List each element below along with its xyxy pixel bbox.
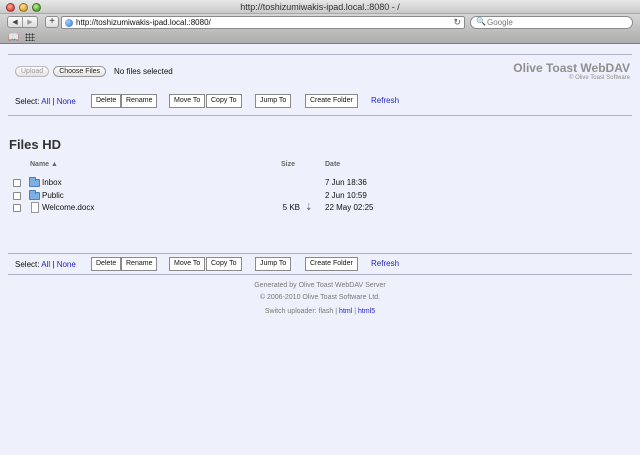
file-row[interactable]: Inbox 7 Jun 18:36 <box>0 177 640 190</box>
file-status: No files selected <box>114 67 173 76</box>
html5-uploader-link[interactable]: html5 <box>358 308 375 315</box>
address-bar[interactable]: http://toshizumiwakis-ipad.local.:8080/ … <box>61 16 465 29</box>
window-titlebar: http://toshizumiwakis-ipad.local.:8080 -… <box>0 0 640 14</box>
bookmarks-bar: 📖 <box>0 31 640 44</box>
column-name-header[interactable]: Name ▲ <box>30 161 58 168</box>
footer-copyright: © 2006-2010 Olive Toast Software Ltd. <box>259 294 381 301</box>
uploader: Upload Choose Files No files selected <box>15 66 173 77</box>
upload-button[interactable]: Upload <box>15 66 50 77</box>
footer-uploader-switch: Switch uploader: flash | html | html5 <box>0 308 640 315</box>
back-button[interactable]: ◀ <box>8 17 22 27</box>
top-sites-grid-icon[interactable] <box>25 33 35 41</box>
footer-generated: Generated by Olive Toast WebDAV Server <box>254 282 386 289</box>
download-icon[interactable]: ⇣ <box>305 202 313 213</box>
row-checkbox[interactable] <box>13 204 21 212</box>
select-label: Select: All | None <box>15 97 76 106</box>
action-divider-bottom <box>8 274 632 275</box>
select-all-link[interactable]: All <box>41 260 50 269</box>
move-to-button[interactable]: Move To <box>169 257 206 271</box>
row-checkbox[interactable] <box>13 179 21 187</box>
action-divider-top <box>8 115 632 116</box>
rename-button[interactable]: Rename <box>121 257 158 271</box>
file-name[interactable]: Public <box>42 191 64 200</box>
file-row[interactable]: Welcome.docx 5 KB ⇣ 22 May 02:25 <box>0 202 640 215</box>
jump-to-button[interactable]: Jump To <box>255 94 292 108</box>
refresh-link[interactable]: Refresh <box>371 259 399 268</box>
action-bar-top: Select: All | None Delete Rename Move To… <box>15 94 615 108</box>
column-size-header[interactable]: Size <box>281 161 295 168</box>
move-to-button[interactable]: Move To <box>169 94 206 108</box>
top-divider <box>8 54 632 55</box>
nav-buttons: ◀ ▶ <box>7 16 38 28</box>
footer-separator: | <box>354 308 357 315</box>
select-none-link[interactable]: None <box>57 97 76 106</box>
reload-icon[interactable]: ↻ <box>453 17 461 28</box>
row-checkbox[interactable] <box>13 192 21 200</box>
globe-icon <box>65 19 73 27</box>
page-title: Files HD <box>9 137 62 152</box>
create-folder-button[interactable]: Create Folder <box>305 94 358 108</box>
delete-button[interactable]: Delete <box>91 94 122 108</box>
choose-files-button[interactable]: Choose Files <box>53 66 107 77</box>
switch-uploader-label: Switch uploader: flash | <box>264 308 338 315</box>
brand-subtitle: © Olive Toast Software <box>568 75 630 81</box>
search-icon: 🔍 <box>476 17 486 26</box>
action-divider-bottom-top <box>8 253 632 254</box>
webdav-page: Upload Choose Files No files selected Ol… <box>0 45 640 455</box>
search-box[interactable]: 🔍 <box>470 16 633 29</box>
select-none-link[interactable]: None <box>57 260 76 269</box>
create-folder-button[interactable]: Create Folder <box>305 257 358 271</box>
add-bookmark-button[interactable]: + <box>45 16 59 28</box>
copy-to-button[interactable]: Copy To <box>206 257 242 271</box>
copy-to-button[interactable]: Copy To <box>206 94 242 108</box>
select-separator: | <box>52 260 55 269</box>
folder-icon <box>29 177 40 187</box>
file-date: 7 Jun 18:36 <box>325 178 367 187</box>
select-all-link[interactable]: All <box>41 97 50 106</box>
jump-to-button[interactable]: Jump To <box>255 257 292 271</box>
window-title: http://toshizumiwakis-ipad.local.:8080 -… <box>240 2 400 12</box>
file-date: 22 May 02:25 <box>325 203 374 212</box>
action-bar-bottom: Select: All | None Delete Rename Move To… <box>15 257 615 271</box>
browser-toolbar: ◀ ▶ + http://toshizumiwakis-ipad.local.:… <box>0 14 640 31</box>
bookmarks-book-icon[interactable]: 📖 <box>8 32 19 43</box>
file-size: 5 KB <box>282 203 300 212</box>
forward-button[interactable]: ▶ <box>22 17 37 27</box>
select-separator: | <box>52 97 55 106</box>
brand-title: Olive Toast WebDAV <box>513 61 630 75</box>
file-name[interactable]: Inbox <box>42 178 62 187</box>
column-date-header[interactable]: Date <box>325 161 340 168</box>
url-text[interactable]: http://toshizumiwakis-ipad.local.:8080/ <box>76 18 211 27</box>
file-date: 2 Jun 10:59 <box>325 191 367 200</box>
refresh-link[interactable]: Refresh <box>371 96 399 105</box>
delete-button[interactable]: Delete <box>91 257 122 271</box>
select-label: Select: All | None <box>15 260 76 269</box>
rename-button[interactable]: Rename <box>121 94 158 108</box>
html-uploader-link[interactable]: html <box>339 308 352 315</box>
document-icon <box>31 202 39 213</box>
file-name[interactable]: Welcome.docx <box>42 203 94 212</box>
folder-icon <box>29 190 40 200</box>
search-input[interactable] <box>487 18 627 27</box>
brand: Olive Toast WebDAV © Olive Toast Softwar… <box>513 61 630 81</box>
